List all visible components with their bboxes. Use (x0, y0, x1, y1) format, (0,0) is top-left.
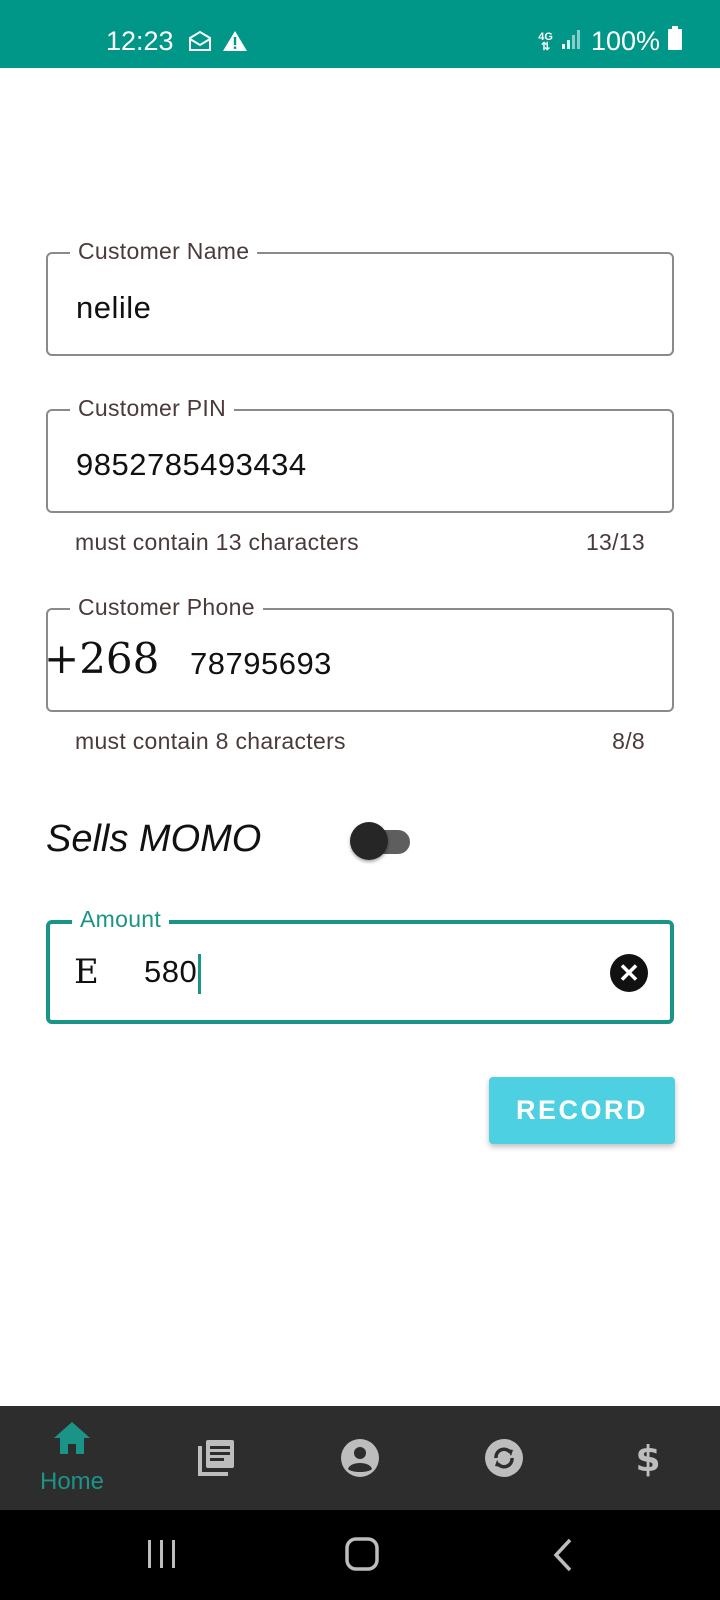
home-button-icon[interactable] (344, 1536, 380, 1577)
system-navigation-bar (0, 1510, 720, 1600)
sells-momo-switch[interactable] (350, 822, 412, 862)
warning-icon (222, 30, 248, 57)
status-time: 12:23 (106, 26, 174, 56)
network-type: 4G ⇅ (538, 30, 553, 53)
svg-text:$: $ (635, 1439, 660, 1478)
text-cursor (198, 954, 202, 994)
customer-phone-label: Customer Phone (70, 594, 263, 621)
sells-momo-label: Sells MOMO (46, 818, 262, 860)
amount-label: Amount (72, 906, 170, 933)
customer-name-field[interactable]: Customer Name nelile (46, 238, 674, 356)
customer-pin-helper-text: must contain 13 characters (75, 529, 359, 555)
record-button[interactable]: RECORD (489, 1077, 675, 1144)
nav-item-money[interactable]: $ (576, 1406, 720, 1510)
nav-home-label: Home (39, 1468, 105, 1495)
customer-phone-field[interactable]: Customer Phone +268 78795693 (44, 594, 674, 712)
nav-item-profile[interactable] (288, 1406, 432, 1510)
customer-pin-label: Customer PIN (70, 395, 235, 422)
clear-text-icon[interactable]: ✕ (610, 954, 648, 992)
battery-level: 100% (590, 26, 660, 56)
nav-item-sync[interactable] (432, 1406, 576, 1510)
customer-phone-helper-text: must contain 8 characters (75, 728, 346, 754)
customer-phone-counter: 8/8 (612, 728, 645, 754)
customer-phone-value: 78795693 (190, 646, 332, 681)
customer-name-value: nelile (76, 290, 152, 325)
customer-phone-helper: must contain 8 characters 8/8 (75, 728, 645, 755)
signal-icon (561, 26, 583, 57)
switch-thumb (350, 822, 388, 860)
customer-name-label: Customer Name (70, 238, 258, 265)
customer-pin-helper: must contain 13 characters 13/13 (75, 529, 645, 556)
status-bar: 12:23 4G ⇅ 100% (0, 0, 720, 68)
customer-pin-value: 9852785493434 (76, 447, 307, 482)
bottom-navigation: Home $ (0, 1406, 720, 1510)
phone-prefix: +268 (44, 634, 160, 683)
mail-notification-icon (188, 30, 212, 57)
amount-value: 580 (144, 954, 202, 994)
nav-item-home[interactable]: Home (0, 1406, 144, 1510)
nav-item-records[interactable] (144, 1406, 288, 1510)
back-icon[interactable] (552, 1538, 576, 1577)
currency-prefix: E (74, 952, 99, 992)
battery-icon (668, 26, 682, 57)
customer-pin-field[interactable]: Customer PIN 9852785493434 (46, 395, 674, 513)
recent-apps-icon[interactable] (146, 1538, 178, 1575)
customer-pin-counter: 13/13 (585, 529, 645, 555)
amount-field[interactable]: Amount E 580 ✕ (46, 906, 674, 1024)
